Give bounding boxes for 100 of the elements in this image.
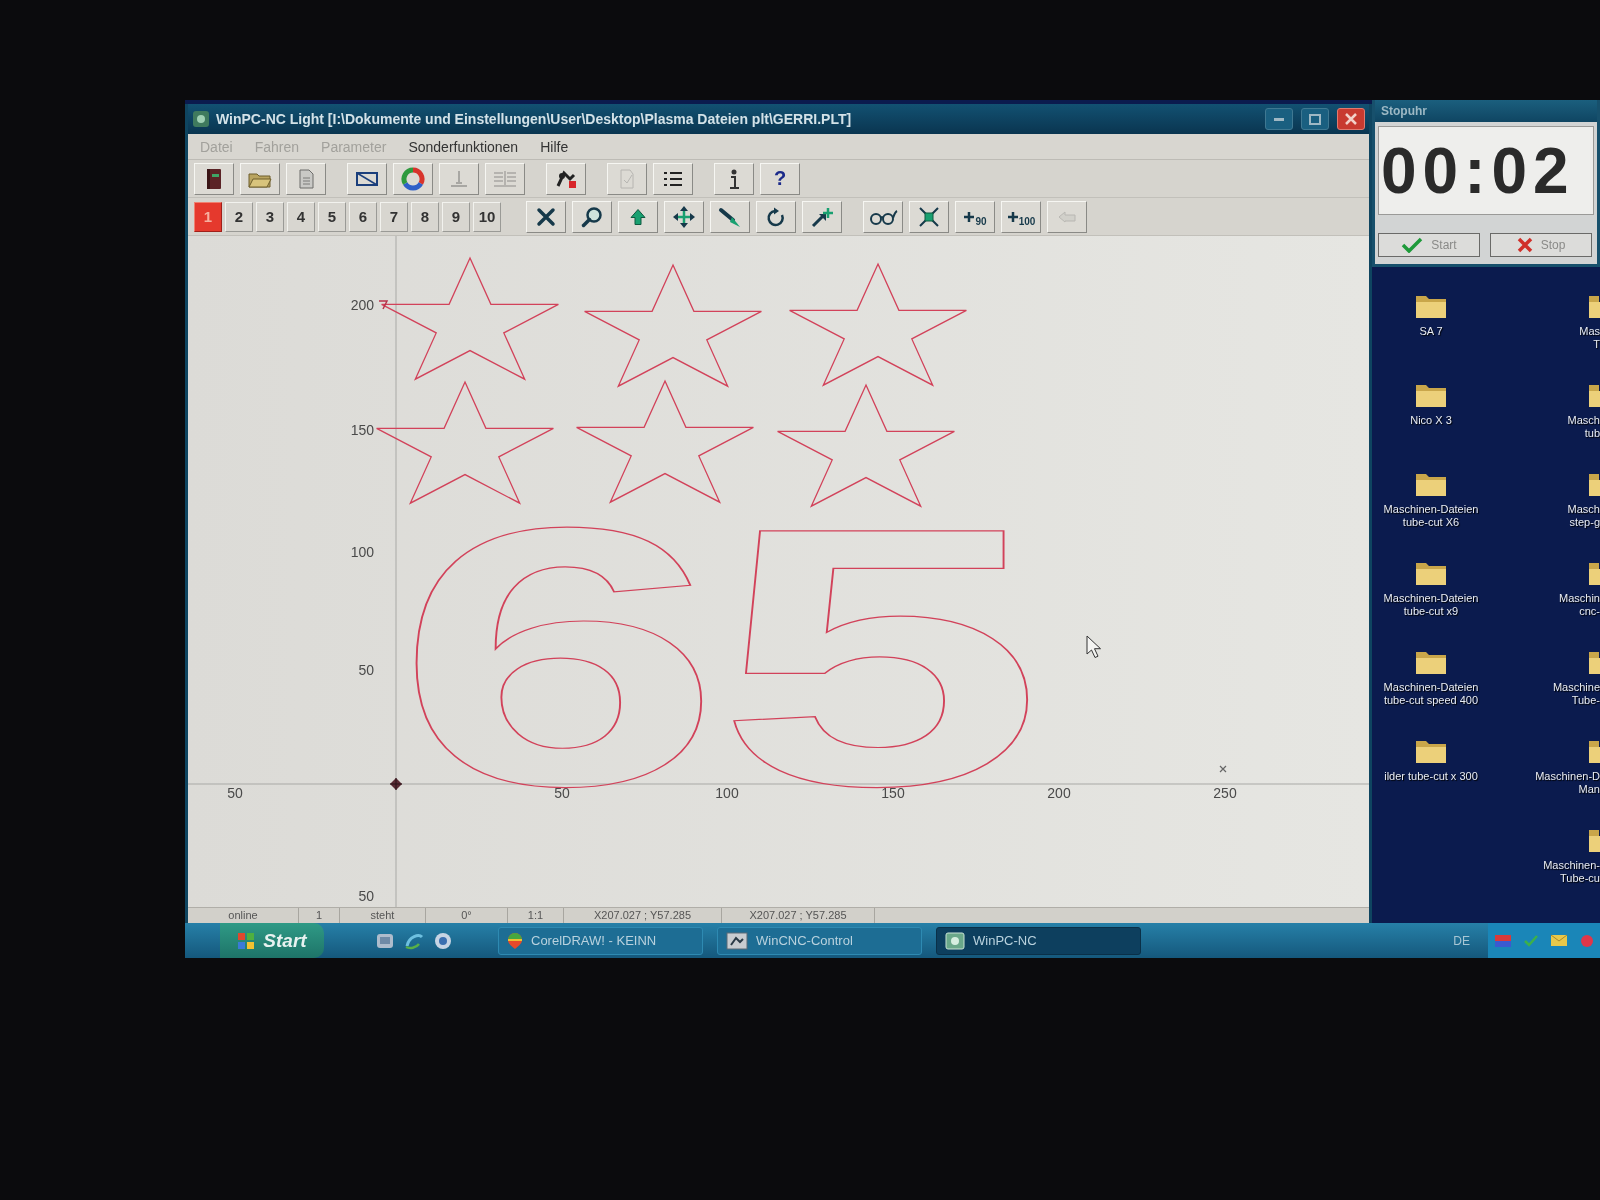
folder-icon[interactable] bbox=[1588, 471, 1600, 497]
glasses-icon bbox=[868, 208, 898, 225]
desktop-icon-label: Maschinen-Dateien tube-cut speed 400 bbox=[1383, 681, 1479, 707]
crosshair-icon bbox=[389, 777, 403, 791]
axis-label: 100 bbox=[350, 544, 374, 560]
toolbar-button[interactable]: ? bbox=[760, 162, 800, 195]
axis-label: 50 bbox=[227, 785, 243, 801]
tool-button[interactable] bbox=[909, 200, 949, 233]
folder-icon[interactable] bbox=[1588, 560, 1600, 586]
program-slot-button[interactable]: 6 bbox=[349, 201, 377, 232]
tool-button[interactable] bbox=[526, 200, 566, 233]
back-arrow-icon bbox=[1057, 209, 1077, 224]
folder-icon[interactable] bbox=[1588, 827, 1600, 853]
document-icon bbox=[297, 168, 315, 189]
magnifier-icon bbox=[581, 205, 603, 228]
plus-icon bbox=[963, 210, 976, 223]
axis-label: 200 bbox=[350, 297, 374, 313]
minimize-icon bbox=[1274, 117, 1284, 121]
status-dot-icon[interactable] bbox=[1580, 933, 1594, 948]
columns-icon bbox=[492, 168, 518, 189]
folder-icon[interactable] bbox=[1415, 293, 1447, 319]
toolbar-button[interactable] bbox=[546, 162, 586, 195]
folder-icon[interactable] bbox=[1415, 382, 1447, 408]
minimize-button[interactable] bbox=[1265, 108, 1293, 130]
program-slot-button[interactable]: 7 bbox=[380, 201, 408, 232]
four-squares-icon bbox=[237, 931, 256, 950]
tool-button[interactable] bbox=[572, 200, 612, 233]
desktop-icon-label: Maschinen-Dateien tube-cut x9 bbox=[1383, 592, 1479, 618]
book-icon bbox=[205, 167, 223, 190]
toolbar-button[interactable] bbox=[653, 162, 693, 195]
folder-icon[interactable] bbox=[1415, 738, 1447, 764]
disc-icon[interactable] bbox=[434, 931, 452, 950]
plus-icon bbox=[1006, 210, 1019, 223]
program-slot-button[interactable]: 10 bbox=[473, 201, 501, 232]
folder-icon[interactable] bbox=[1588, 738, 1600, 764]
program-slot-button[interactable]: 9 bbox=[442, 201, 470, 232]
toolbar-button[interactable] bbox=[347, 162, 387, 195]
desktop-icon-label: Nico X 3 bbox=[1410, 414, 1452, 427]
maximize-button[interactable] bbox=[1301, 108, 1329, 130]
folder-icon[interactable] bbox=[1415, 471, 1447, 497]
app-icon bbox=[726, 931, 748, 950]
check-icon bbox=[1401, 237, 1424, 253]
desktop-icon-label: Maschinen-D Man bbox=[1535, 770, 1600, 796]
folder-icon[interactable] bbox=[1588, 293, 1600, 319]
desktop-icon-label: Maschinen- Tube-cu bbox=[1543, 859, 1600, 885]
desktop-icon-label: Maschinen-Dateien tube-cut X6 bbox=[1383, 503, 1479, 529]
tool-button[interactable] bbox=[710, 200, 750, 233]
toolbar-button[interactable] bbox=[714, 162, 754, 195]
folder-icon[interactable] bbox=[1588, 649, 1600, 675]
axis-label: 150 bbox=[350, 422, 374, 438]
up-arrow-icon bbox=[629, 207, 647, 226]
tool-button[interactable] bbox=[756, 200, 796, 233]
maximize-icon bbox=[1309, 113, 1321, 125]
close-icon bbox=[1345, 113, 1357, 125]
timer-display: 00:02 bbox=[1378, 126, 1594, 215]
desktop-icon-label: Masch tub bbox=[1567, 414, 1600, 440]
app-icon bbox=[945, 931, 965, 950]
desktop-icon-label: Masch step-g bbox=[1567, 503, 1600, 529]
folder-icon[interactable] bbox=[1415, 560, 1447, 586]
menu-item[interactable]: Sonderfunktionen bbox=[400, 136, 527, 157]
start-marker-icon bbox=[378, 300, 389, 310]
menu-item[interactable]: Hilfe bbox=[532, 136, 577, 157]
tool-button[interactable]: 100 bbox=[1001, 200, 1041, 233]
desktop-icon-label: ilder tube-cut x 300 bbox=[1384, 770, 1478, 783]
axis-label: 200 bbox=[1047, 785, 1071, 801]
taskbar-button[interactable]: WinPC-NC bbox=[936, 926, 1141, 955]
program-slot-button[interactable]: 5 bbox=[318, 201, 346, 232]
desktop-icon-label: SA 7 bbox=[1419, 325, 1443, 338]
cross-marker-icon bbox=[1219, 765, 1227, 773]
program-slot-button[interactable]: 2 bbox=[225, 201, 253, 232]
swirl-icon[interactable] bbox=[404, 931, 424, 950]
axis-label: 250 bbox=[1213, 785, 1237, 801]
axis-label: 50 bbox=[358, 662, 374, 678]
desktop-icon-label: Maschin cnc- bbox=[1559, 592, 1600, 618]
desktop-icon-label: Maschine Tube- bbox=[1552, 681, 1600, 707]
folder-icon[interactable] bbox=[1588, 382, 1600, 408]
taskbar-button[interactable]: CorelDRAW! - KEINN bbox=[498, 926, 703, 955]
program-slot-button[interactable]: 3 bbox=[256, 201, 284, 232]
program-slot-button[interactable]: 8 bbox=[411, 201, 439, 232]
tool-button[interactable] bbox=[802, 200, 842, 233]
page-icon bbox=[617, 167, 637, 190]
cross-icon bbox=[1516, 237, 1533, 253]
move-arrows-icon bbox=[672, 204, 696, 229]
window-title: Stopuhr bbox=[1381, 104, 1427, 118]
window-icon[interactable] bbox=[376, 931, 394, 950]
close-button[interactable] bbox=[1337, 108, 1365, 130]
tool-button[interactable] bbox=[664, 200, 704, 233]
balloon-icon bbox=[507, 931, 523, 950]
pen-icon bbox=[718, 205, 742, 228]
folder-icon[interactable] bbox=[1415, 649, 1447, 675]
toolbar-button[interactable] bbox=[194, 162, 234, 195]
tool-button[interactable]: 90 bbox=[955, 200, 995, 233]
taskbar-button[interactable]: WinCNC-Control bbox=[717, 926, 922, 955]
cross-icon bbox=[536, 206, 556, 227]
tool-button[interactable] bbox=[863, 200, 903, 233]
app-icon bbox=[192, 110, 210, 128]
arrow-plus-icon bbox=[810, 205, 834, 228]
program-slot-button[interactable]: 4 bbox=[287, 201, 315, 232]
start-button[interactable]: Start bbox=[220, 923, 324, 958]
machine-icon bbox=[554, 167, 578, 190]
